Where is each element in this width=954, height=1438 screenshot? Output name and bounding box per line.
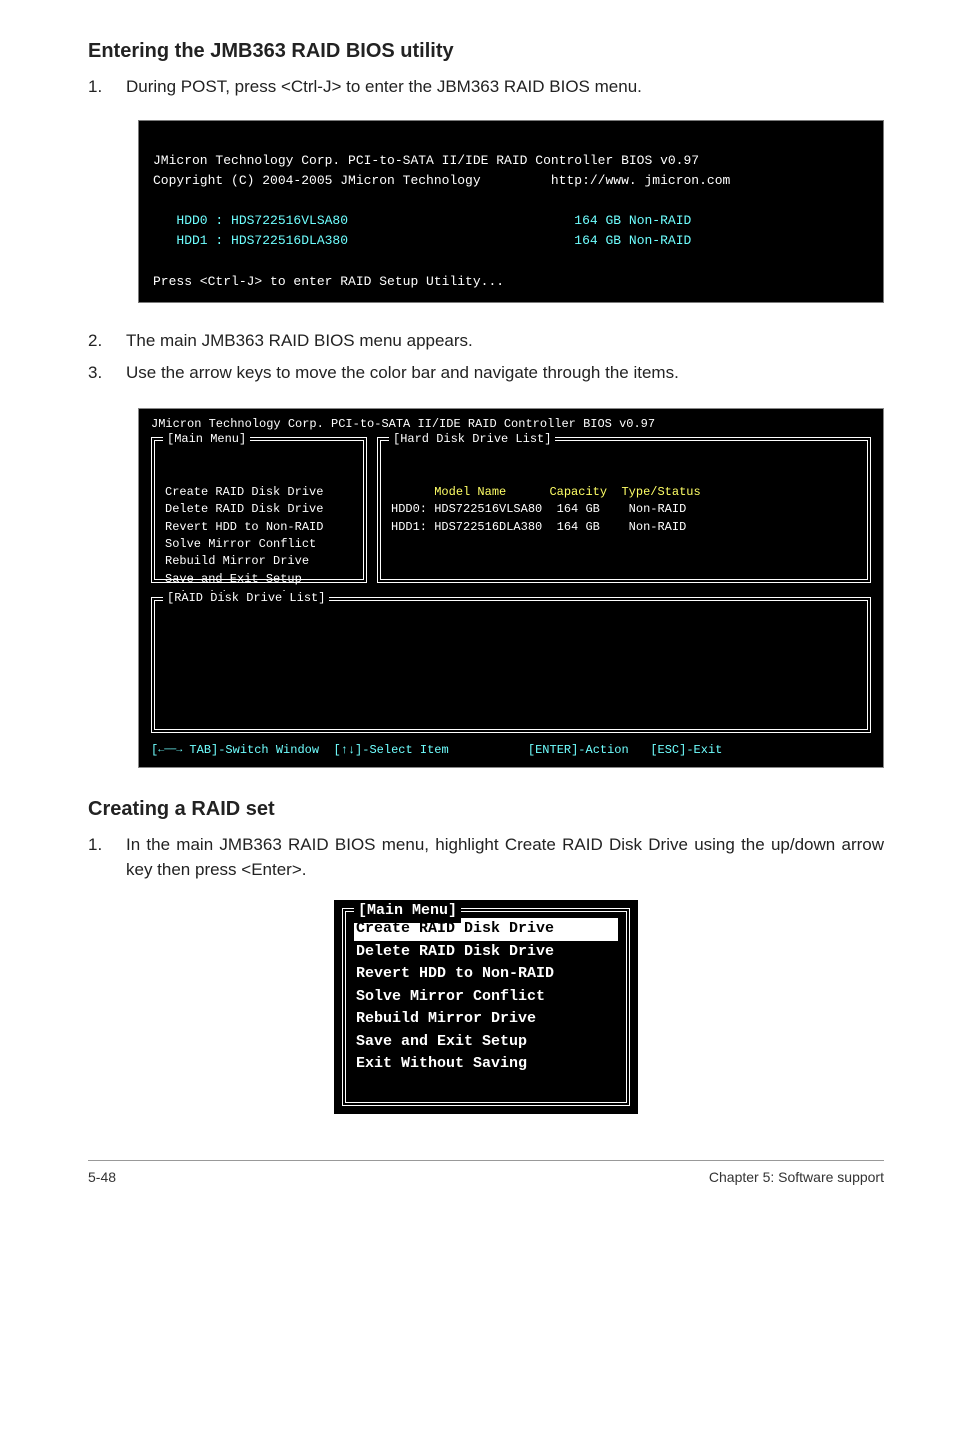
- hdd-list-panel: [Hard Disk Drive List] Model Name Capaci…: [377, 437, 871, 583]
- step-4-text: In the main JMB363 RAID BIOS menu, highl…: [126, 833, 884, 882]
- post-hdd1-right: 164 GB Non-RAID: [574, 233, 691, 248]
- footer-tab: TAB]-Switch Window: [189, 743, 319, 757]
- small-item-solve[interactable]: Solve Mirror Conflict: [356, 986, 616, 1009]
- menu-item-solve[interactable]: Solve Mirror Conflict: [165, 537, 316, 551]
- raid-list-panel: [RAID Disk Drive List]: [151, 597, 871, 733]
- step-1: 1. During POST, press <Ctrl-J> to enter …: [88, 75, 884, 100]
- post-line2-right: http://www. jmicron.com: [551, 173, 730, 188]
- step-2-num: 2.: [88, 329, 126, 354]
- step-1-text: During POST, press <Ctrl-J> to enter the…: [126, 75, 884, 100]
- main-menu-label: [Main Menu]: [163, 431, 250, 448]
- step-1-num: 1.: [88, 75, 126, 100]
- hdd-row1-type: Non-RAID: [629, 520, 687, 534]
- small-menu-label: [Main Menu]: [354, 900, 461, 923]
- page-footer: 5-48 Chapter 5: Software support: [88, 1160, 884, 1185]
- bios-post-screen: JMicron Technology Corp. PCI-to-SATA II/…: [138, 120, 884, 303]
- raid-list-label: [RAID Disk Drive List]: [163, 591, 329, 605]
- main-menu-panel[interactable]: [Main Menu] Create RAID Disk Drive Delet…: [151, 437, 367, 583]
- hdd-header-cap: Capacity: [549, 485, 607, 499]
- footer-enter: [ENTER]-Action: [528, 743, 629, 757]
- step-3: 3. Use the arrow keys to move the color …: [88, 361, 884, 386]
- small-item-exit[interactable]: Exit Without Saving: [356, 1053, 616, 1076]
- menu-item-delete[interactable]: Delete RAID Disk Drive: [165, 502, 323, 516]
- post-hdd0-right: 164 GB Non-RAID: [574, 213, 691, 228]
- step-4-num: 1.: [88, 833, 126, 882]
- hdd-row0-model: HDD0: HDS722516VLSA80: [391, 502, 542, 516]
- menu-item-revert[interactable]: Revert HDD to Non-RAID: [165, 520, 323, 534]
- chapter-label: Chapter 5: Software support: [709, 1169, 884, 1185]
- menu-item-create[interactable]: Create RAID Disk Drive: [165, 485, 323, 499]
- post-line2-left: Copyright (C) 2004-2005 JMicron Technolo…: [153, 173, 481, 188]
- step-3-num: 3.: [88, 361, 126, 386]
- step-2: 2. The main JMB363 RAID BIOS menu appear…: [88, 329, 884, 354]
- bios-footer: [←──→ TAB]-Switch Window [↑↓]-Select Ite…: [151, 743, 871, 757]
- hdd-header-type: Type/Status: [621, 485, 700, 499]
- small-item-revert[interactable]: Revert HDD to Non-RAID: [356, 963, 616, 986]
- hdd-row0-cap: 164 GB: [557, 502, 600, 516]
- bios-main-menu-screen: JMicron Technology Corp. PCI-to-SATA II/…: [138, 408, 884, 768]
- post-prompt: Press <Ctrl-J> to enter RAID Setup Utili…: [153, 274, 504, 289]
- arrow-left-right-icon: ←──→: [158, 745, 182, 756]
- footer-esc: [ESC]-Exit: [650, 743, 722, 757]
- step-3-text: Use the arrow keys to move the color bar…: [126, 361, 884, 386]
- menu-item-rebuild[interactable]: Rebuild Mirror Drive: [165, 554, 309, 568]
- step-2-text: The main JMB363 RAID BIOS menu appears.: [126, 329, 884, 354]
- heading-creating: Creating a RAID set: [88, 798, 884, 821]
- hdd-row1-cap: 164 GB: [557, 520, 600, 534]
- post-hdd0: HDD0 : HDS722516VLSA80: [153, 213, 348, 228]
- page-number: 5-48: [88, 1169, 116, 1185]
- hdd-list-label: [Hard Disk Drive List]: [389, 431, 555, 448]
- hdd-header-model: Model Name: [434, 485, 506, 499]
- post-line1: JMicron Technology Corp. PCI-to-SATA II/…: [153, 153, 699, 168]
- hdd-row1-model: HDD1: HDS722516DLA380: [391, 520, 542, 534]
- footer-select: [↑↓]-Select Item: [333, 743, 448, 757]
- bios-menu-title: JMicron Technology Corp. PCI-to-SATA II/…: [151, 417, 871, 431]
- small-item-delete[interactable]: Delete RAID Disk Drive: [356, 941, 616, 964]
- post-hdd1: HDD1 : HDS722516DLA380: [153, 233, 348, 248]
- menu-item-save[interactable]: Save and Exit Setup: [165, 572, 302, 586]
- step-4: 1. In the main JMB363 RAID BIOS menu, hi…: [88, 833, 884, 882]
- heading-entering: Entering the JMB363 RAID BIOS utility: [88, 40, 884, 63]
- small-item-rebuild[interactable]: Rebuild Mirror Drive: [356, 1008, 616, 1031]
- hdd-row0-type: Non-RAID: [629, 502, 687, 516]
- small-main-menu: [Main Menu] Create RAID Disk Drive Delet…: [334, 900, 638, 1114]
- small-item-save[interactable]: Save and Exit Setup: [356, 1031, 616, 1054]
